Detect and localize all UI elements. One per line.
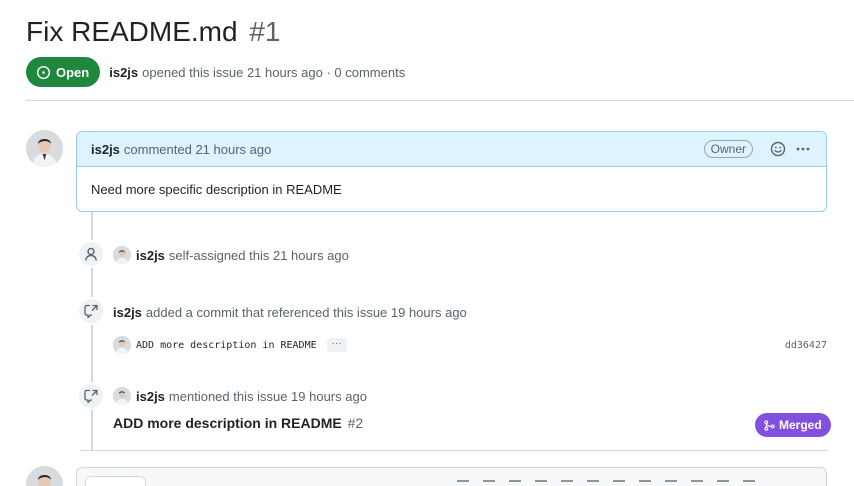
bold-icon[interactable] <box>483 480 495 486</box>
owner-badge: Owner <box>703 140 753 158</box>
commit-sha-link[interactable]: dd36427 <box>785 340 827 351</box>
comment-body: Need more specific description in README <box>91 182 342 197</box>
event-badge-mention <box>77 382 105 410</box>
cross-reference-icon <box>84 389 98 404</box>
event-avatar[interactable] <box>113 387 131 405</box>
issue-meta: Open is2js opened this issue 21 hours ag… <box>26 57 405 87</box>
avatar-image <box>113 336 131 354</box>
unordered-list-icon[interactable] <box>613 480 625 486</box>
current-user-avatar[interactable] <box>26 466 63 486</box>
event-author-link[interactable]: is2js <box>136 389 165 404</box>
comment-options-button[interactable] <box>794 140 812 158</box>
referenced-commit: ADD more description in README ··· dd364… <box>113 335 827 355</box>
event-author-link[interactable]: is2js <box>113 305 142 320</box>
quote-icon[interactable] <box>535 480 547 486</box>
header-divider <box>26 100 854 101</box>
event-text: mentioned this issue 19 hours ago <box>168 388 367 404</box>
ordered-list-icon[interactable] <box>639 480 651 486</box>
link-icon[interactable] <box>587 480 599 486</box>
merged-label: Merged <box>779 418 822 432</box>
issue-number: #1 <box>249 16 281 47</box>
code-icon[interactable] <box>561 480 573 486</box>
comment-header: is2js commented 21 hours ago Owner <box>77 132 826 167</box>
event-author-link[interactable]: is2js <box>136 248 165 263</box>
event-commit-reference: is2js added a commit that referenced thi… <box>113 302 467 322</box>
task-list-icon[interactable] <box>665 480 677 486</box>
commit-author-avatar[interactable] <box>113 336 131 354</box>
person-icon <box>85 247 97 261</box>
event-avatar[interactable] <box>113 246 131 264</box>
saved-replies-icon[interactable] <box>743 480 755 486</box>
event-badge-assigned <box>77 240 105 268</box>
new-comment-editor[interactable] <box>76 467 827 486</box>
event-text: self-assigned this 21 hours ago <box>168 247 349 263</box>
referenced-pr-title-text[interactable]: ADD more description in README <box>113 415 342 431</box>
mention-icon[interactable] <box>691 480 703 486</box>
cross-reference-icon <box>84 304 98 319</box>
event-text: added a commit that referenced this issu… <box>145 304 467 320</box>
add-reaction-button[interactable] <box>769 140 787 158</box>
commit-message-link[interactable]: ADD more description in README <box>136 340 317 351</box>
comment-author-link[interactable]: is2js <box>91 142 120 157</box>
event-assigned: is2js self-assigned this 21 hours ago <box>113 245 349 265</box>
write-tab[interactable] <box>85 476 146 486</box>
avatar-image <box>26 130 63 167</box>
referenced-pr-number[interactable]: #2 <box>348 415 364 431</box>
issue-title: Fix README.md #1 <box>26 16 281 48</box>
kebab-horizontal-icon <box>796 147 810 151</box>
event-badge-commit-reference <box>77 297 105 325</box>
markdown-toolbar <box>457 480 755 486</box>
comment-timestamp[interactable]: commented 21 hours ago <box>124 142 271 157</box>
issue-state-badge: Open <box>26 57 101 87</box>
merged-badge: Merged <box>755 413 831 437</box>
avatar-image <box>113 246 131 264</box>
issue-author-link[interactable]: is2js <box>109 65 138 80</box>
issue-title-text: Fix README.md <box>26 16 238 47</box>
event-mention: is2js mentioned this issue 19 hours ago <box>113 386 367 406</box>
avatar-image <box>26 466 63 486</box>
italic-icon[interactable] <box>509 480 521 486</box>
reference-icon[interactable] <box>717 480 729 486</box>
commit-expand-button[interactable]: ··· <box>326 338 347 352</box>
issue-meta-text: opened this issue 21 hours ago · 0 comme… <box>142 64 406 80</box>
timeline-divider <box>80 450 828 451</box>
referenced-pr-title[interactable]: ADD more description in README #2 <box>113 415 363 431</box>
avatar-image <box>113 387 131 405</box>
comment-author-avatar[interactable] <box>26 130 63 167</box>
issue-comment: is2js commented 21 hours ago Owner Need … <box>76 131 827 212</box>
heading-icon[interactable] <box>457 480 469 486</box>
issue-opened-icon <box>36 65 51 79</box>
issue-state-label: Open <box>56 64 90 80</box>
git-merge-icon <box>764 419 775 431</box>
smiley-icon <box>770 141 786 157</box>
